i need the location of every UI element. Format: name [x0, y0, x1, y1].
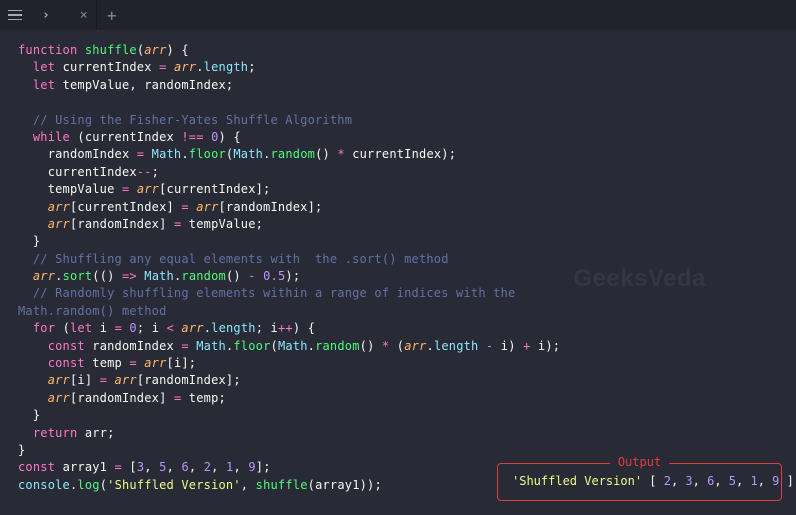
titlebar: › × +: [0, 0, 796, 30]
tab-active[interactable]: › ×: [30, 0, 97, 30]
code-editor[interactable]: function shuffle(arr) { let currentIndex…: [0, 30, 796, 494]
code-line: function shuffle(arr) {: [18, 42, 796, 59]
output-content: 'Shuffled Version' [ 2, 3, 6, 5, 1, 9 ]: [512, 474, 767, 488]
watermark: GeeksVeda: [573, 265, 706, 293]
output-panel: Output 'Shuffled Version' [ 2, 3, 6, 5, …: [497, 463, 782, 501]
close-icon[interactable]: ×: [80, 8, 88, 23]
tab-indicator-icon: ›: [42, 8, 50, 23]
output-label: Output: [610, 455, 669, 469]
menu-icon[interactable]: [0, 0, 30, 30]
new-tab-button[interactable]: +: [97, 0, 127, 30]
